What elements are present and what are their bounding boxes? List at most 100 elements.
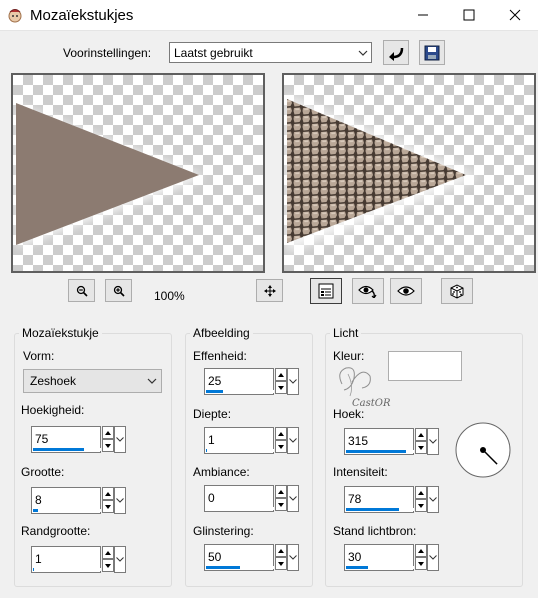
- spin-up-button[interactable]: [102, 426, 114, 439]
- spin-up-button[interactable]: [275, 427, 287, 440]
- zoom-in-button[interactable]: [105, 279, 132, 302]
- watermark-signature: CastOR: [339, 367, 391, 409]
- settings-panel-button[interactable]: [310, 278, 342, 304]
- depth-value: 1: [208, 433, 215, 447]
- angle-input[interactable]: 315: [344, 428, 414, 455]
- angle-dial[interactable]: [453, 420, 513, 480]
- window-title: Mozaïekstukjes: [30, 7, 134, 24]
- spin-down-button[interactable]: [415, 441, 427, 454]
- depth-spinner[interactable]: 1: [204, 427, 299, 454]
- depth-input[interactable]: 1: [204, 427, 274, 454]
- shininess-label: Glinstering:: [193, 524, 254, 538]
- zoom-out-icon: [76, 285, 88, 297]
- chevron-down-icon[interactable]: [114, 426, 126, 453]
- smoothness-spinner[interactable]: 25: [204, 368, 299, 395]
- spin-down-button[interactable]: [275, 557, 287, 570]
- elevation-label: Stand lichtbron:: [333, 524, 417, 538]
- depth-label: Diepte:: [193, 407, 232, 421]
- randomize-button[interactable]: [441, 278, 473, 304]
- auto-proof-button[interactable]: [352, 278, 384, 304]
- angularity-label: Hoekigheid:: [21, 403, 85, 417]
- spin-up-button[interactable]: [102, 487, 114, 500]
- presets-label: Voorinstellingen:: [63, 46, 152, 60]
- shape-value: Zeshoek: [30, 374, 77, 388]
- ambience-label: Ambiance:: [193, 465, 250, 479]
- light-color-swatch[interactable]: [388, 351, 462, 381]
- pan-button[interactable]: [256, 279, 283, 302]
- chevron-down-icon[interactable]: [427, 486, 439, 513]
- intensity-spinner[interactable]: 78: [344, 486, 439, 513]
- proof-button[interactable]: [390, 278, 422, 304]
- spin-down-button[interactable]: [415, 557, 427, 570]
- spin-up-button[interactable]: [275, 368, 287, 381]
- zoom-out-button[interactable]: [68, 279, 95, 302]
- spin-down-button[interactable]: [275, 440, 287, 453]
- close-button[interactable]: [492, 0, 538, 30]
- reset-button[interactable]: [383, 40, 409, 65]
- chevron-down-icon[interactable]: [427, 544, 439, 571]
- chevron-down-icon[interactable]: [287, 544, 299, 571]
- elevation-spinner[interactable]: 30: [344, 544, 439, 571]
- original-preview[interactable]: [11, 73, 265, 273]
- size-input[interactable]: 8: [31, 487, 101, 514]
- chevron-down-icon: [354, 43, 371, 62]
- chevron-down-icon[interactable]: [287, 368, 299, 395]
- close-icon: [509, 9, 521, 21]
- chevron-down-icon[interactable]: [287, 427, 299, 454]
- result-preview[interactable]: [282, 73, 536, 273]
- shininess-spinner[interactable]: 50: [204, 544, 299, 571]
- ambience-spinner[interactable]: 0: [204, 485, 299, 512]
- angle-bar: [346, 450, 406, 453]
- smoothness-bar: [206, 390, 223, 393]
- maximize-button[interactable]: [446, 0, 492, 30]
- border-size-value: 1: [35, 552, 42, 566]
- settings-panel-icon: [318, 283, 334, 299]
- border-size-spinner[interactable]: 1: [31, 546, 126, 573]
- spin-down-button[interactable]: [275, 498, 287, 511]
- chevron-down-icon[interactable]: [287, 485, 299, 512]
- elevation-input[interactable]: 30: [344, 544, 414, 571]
- smoothness-input[interactable]: 25: [204, 368, 274, 395]
- eye-icon: [397, 286, 415, 296]
- shininess-input[interactable]: 50: [204, 544, 274, 571]
- spin-down-button[interactable]: [102, 500, 114, 513]
- angle-spinner[interactable]: 315: [344, 428, 439, 455]
- border-size-input[interactable]: 1: [31, 546, 101, 573]
- spin-down-button[interactable]: [415, 499, 427, 512]
- spin-down-button[interactable]: [275, 381, 287, 394]
- light-group-title: Licht: [330, 326, 362, 340]
- size-spinner[interactable]: 8: [31, 487, 126, 514]
- spin-down-button[interactable]: [102, 559, 114, 572]
- angularity-value: 75: [35, 432, 49, 446]
- save-button[interactable]: [419, 40, 445, 65]
- angle-value: 315: [348, 434, 369, 448]
- shape-select[interactable]: Zeshoek: [23, 369, 162, 393]
- spin-up-button[interactable]: [275, 544, 287, 557]
- shininess-bar: [206, 566, 240, 569]
- elevation-bar: [346, 566, 369, 569]
- chevron-down-icon[interactable]: [114, 487, 126, 514]
- intensity-bar: [346, 508, 400, 511]
- ambience-input[interactable]: 0: [204, 485, 274, 512]
- spin-up-button[interactable]: [415, 486, 427, 499]
- spin-up-button[interactable]: [102, 546, 114, 559]
- angularity-input[interactable]: 75: [31, 426, 101, 453]
- chevron-down-icon[interactable]: [114, 546, 126, 573]
- chevron-down-icon[interactable]: [427, 428, 439, 455]
- minimize-button[interactable]: [400, 0, 446, 30]
- spin-up-button[interactable]: [415, 428, 427, 441]
- spin-up-button[interactable]: [415, 544, 427, 557]
- intensity-input[interactable]: 78: [344, 486, 414, 513]
- size-label: Grootte:: [21, 465, 65, 479]
- intensity-value: 78: [348, 492, 362, 506]
- angularity-spinner[interactable]: 75: [31, 426, 126, 453]
- mosaic-image: [286, 95, 480, 253]
- eye-refresh-icon: [358, 285, 377, 298]
- smoothness-value: 25: [208, 374, 222, 388]
- spin-up-button[interactable]: [275, 485, 287, 498]
- spin-down-button[interactable]: [102, 439, 114, 452]
- presets-dropdown[interactable]: Laatst gebruikt: [169, 42, 372, 63]
- size-bar: [33, 509, 39, 512]
- angularity-bar: [33, 448, 84, 451]
- zoom-level: 100%: [154, 289, 185, 303]
